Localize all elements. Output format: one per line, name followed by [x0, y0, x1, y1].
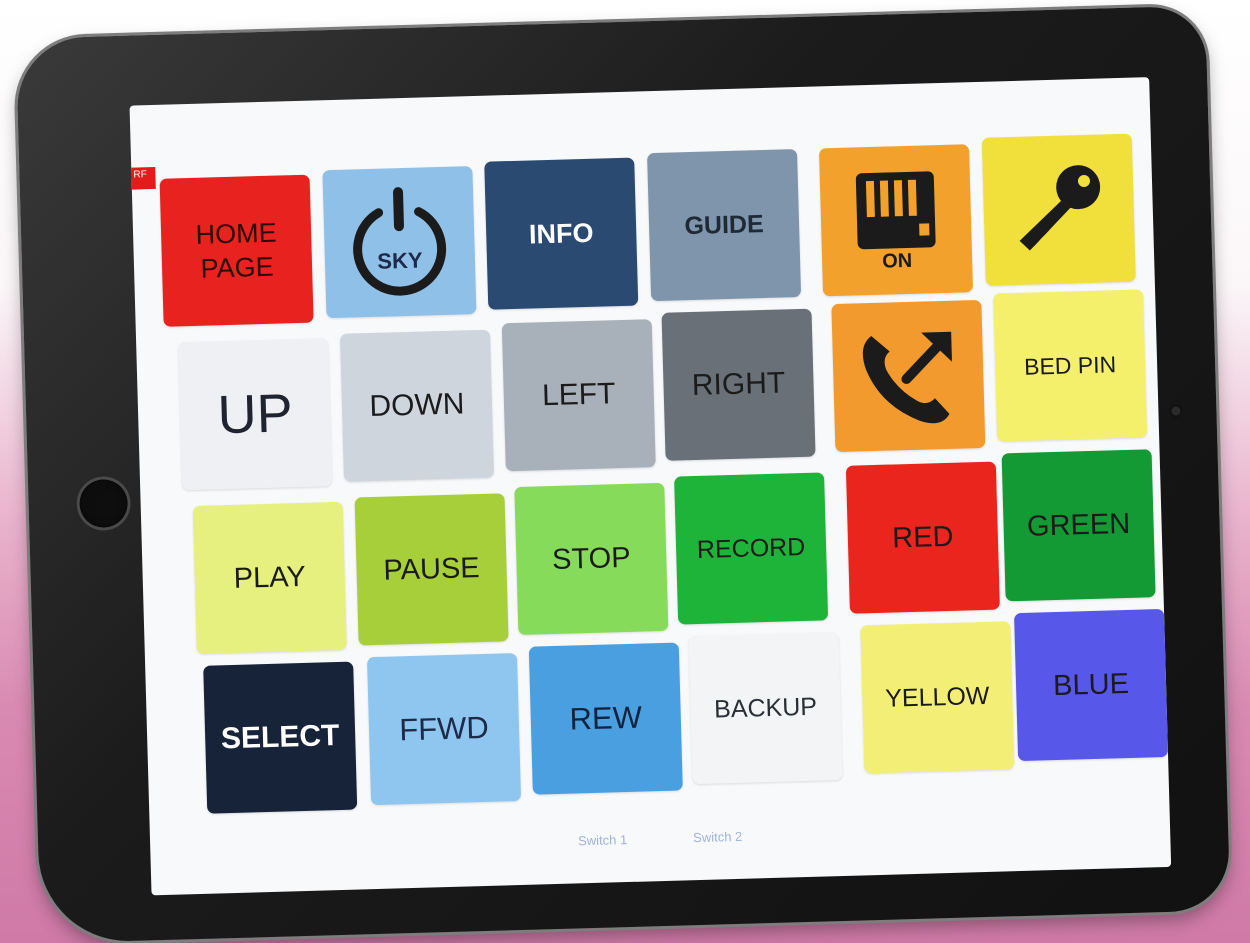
backup-button[interactable]: BACKUP — [688, 632, 843, 785]
sky-power-button[interactable]: SKY — [322, 166, 477, 319]
button-grid: HOME PAGE SKY INFO GUIDE ON UP DOWN LEFT… — [159, 133, 1169, 817]
info-button[interactable]: INFO — [484, 157, 639, 310]
ffwd-button[interactable]: FFWD — [367, 653, 522, 806]
left-button[interactable]: LEFT — [501, 319, 656, 472]
rf-badge: RF — [131, 166, 156, 190]
power-icon: SKY — [342, 185, 457, 300]
play-button[interactable]: PLAY — [192, 501, 347, 654]
red-button[interactable]: RED — [845, 461, 1000, 614]
select-label: SELECT — [220, 719, 340, 756]
phone-outgoing-button[interactable] — [831, 299, 986, 453]
phone-outgoing-icon — [851, 319, 966, 432]
key-icon — [1005, 156, 1112, 263]
pause-label: PAUSE — [383, 552, 481, 587]
ffwd-label: FFWD — [398, 709, 490, 748]
guide-button[interactable]: GUIDE — [647, 149, 802, 302]
rew-button[interactable]: REW — [528, 642, 683, 795]
home-page-label: HOME PAGE — [195, 217, 278, 284]
record-button[interactable]: RECORD — [674, 472, 829, 625]
camera-dot — [1171, 406, 1181, 416]
blue-label: BLUE — [1052, 667, 1130, 703]
pause-button[interactable]: PAUSE — [354, 493, 509, 646]
on-label: ON — [881, 249, 913, 273]
yellow-label: YELLOW — [884, 681, 990, 713]
stop-button[interactable]: STOP — [514, 482, 669, 635]
down-label: DOWN — [369, 387, 465, 424]
up-label: UP — [216, 383, 294, 446]
heater-on-button[interactable]: ON — [818, 144, 974, 297]
backup-label: BACKUP — [713, 692, 818, 724]
right-label: RIGHT — [691, 366, 786, 403]
down-button[interactable]: DOWN — [339, 329, 495, 482]
bed-pin-button[interactable]: BED PIN — [993, 289, 1148, 442]
red-label: RED — [891, 520, 954, 555]
play-label: PLAY — [233, 560, 307, 595]
green-button[interactable]: GREEN — [1001, 449, 1156, 602]
sky-label: SKY — [376, 247, 423, 274]
switch-tab-bar: Switch 1 Switch 2 — [150, 817, 1170, 869]
tab-switch-2[interactable]: Switch 2 — [693, 829, 743, 854]
rew-label: REW — [569, 699, 643, 737]
up-button[interactable]: UP — [178, 338, 333, 491]
info-label: INFO — [528, 217, 594, 250]
right-button[interactable]: RIGHT — [661, 308, 816, 461]
heater-icon — [852, 167, 940, 251]
tablet-device: RF HOME PAGE SKY INFO GUIDE ON UP DOWN L… — [15, 5, 1231, 943]
bed-pin-label: BED PIN — [1023, 351, 1117, 380]
home-button[interactable] — [75, 475, 132, 532]
green-label: GREEN — [1026, 507, 1131, 543]
left-label: LEFT — [541, 377, 616, 413]
stop-label: STOP — [551, 541, 631, 577]
tablet-screen: RF HOME PAGE SKY INFO GUIDE ON UP DOWN L… — [129, 77, 1172, 896]
blue-button[interactable]: BLUE — [1014, 608, 1169, 762]
key-button[interactable] — [981, 133, 1136, 286]
tab-switch-1[interactable]: Switch 1 — [578, 832, 628, 857]
select-button[interactable]: SELECT — [203, 661, 358, 814]
home-page-button[interactable]: HOME PAGE — [159, 174, 314, 327]
yellow-button[interactable]: YELLOW — [860, 621, 1015, 774]
record-label: RECORD — [696, 532, 806, 564]
guide-label: GUIDE — [684, 209, 765, 241]
